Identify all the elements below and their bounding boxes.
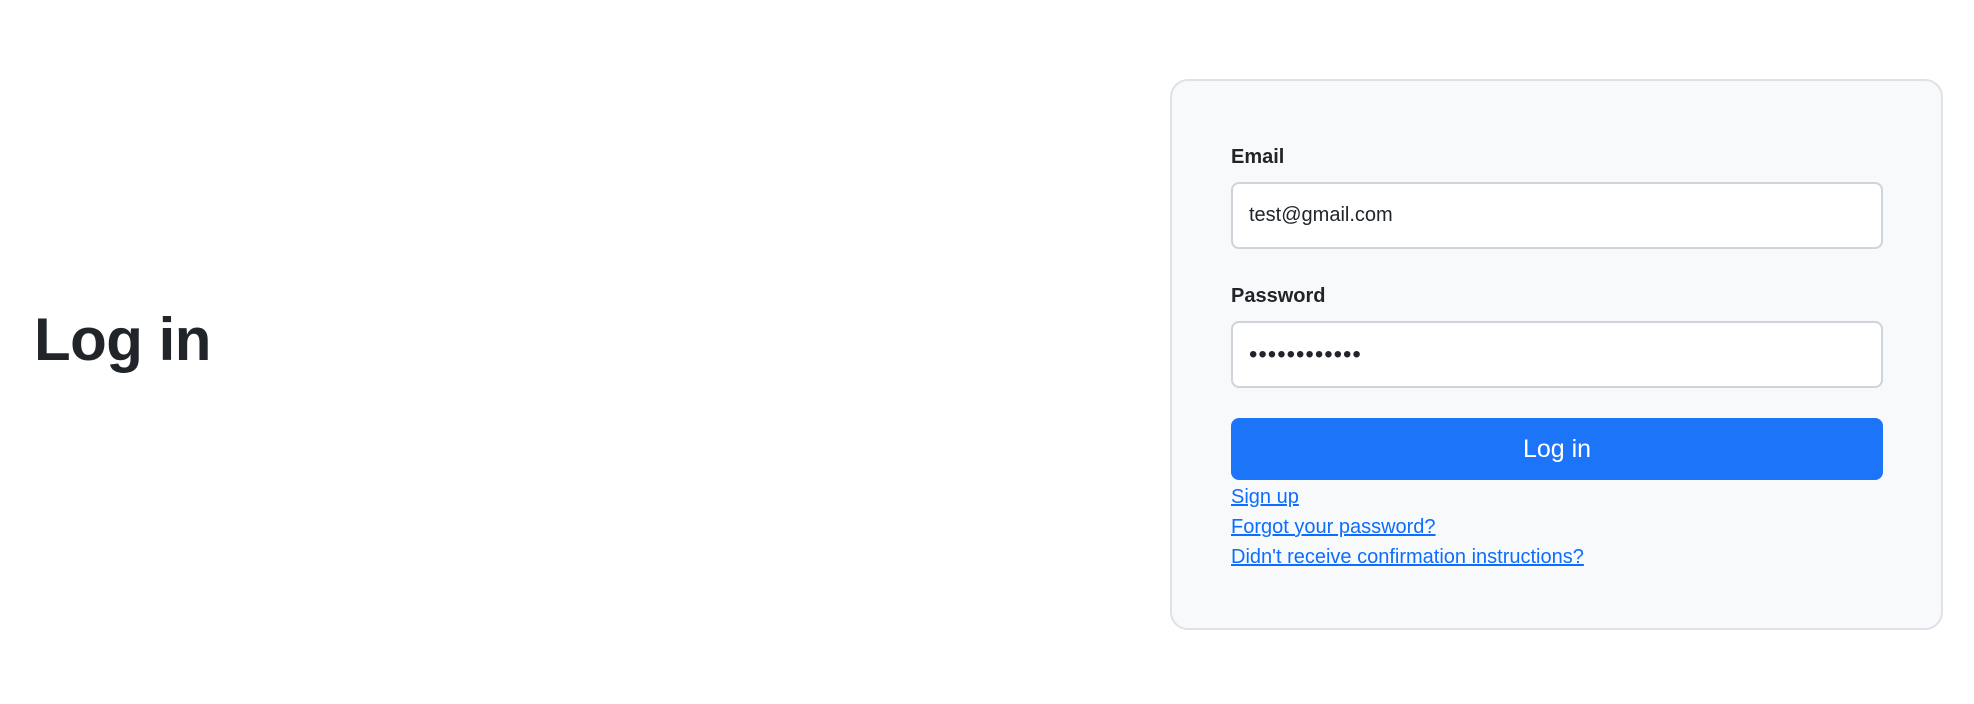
page-title: Log in xyxy=(34,306,211,373)
confirmation-instructions-link[interactable]: Didn't receive confirmation instructions… xyxy=(1231,542,1584,572)
auth-links: Sign up Forgot your password? Didn't rec… xyxy=(1231,482,1584,572)
sign-up-link[interactable]: Sign up xyxy=(1231,482,1584,512)
password-field[interactable] xyxy=(1231,321,1883,388)
email-label: Email xyxy=(1231,146,1285,168)
email-field[interactable] xyxy=(1231,182,1883,249)
login-page: Log in Email Password Log in Sign up For… xyxy=(0,0,1974,704)
password-label: Password xyxy=(1231,285,1326,307)
forgot-password-link[interactable]: Forgot your password? xyxy=(1231,512,1584,542)
login-form: Email Password Log in Sign up Forgot you… xyxy=(1170,79,1943,630)
login-button[interactable]: Log in xyxy=(1231,418,1883,480)
